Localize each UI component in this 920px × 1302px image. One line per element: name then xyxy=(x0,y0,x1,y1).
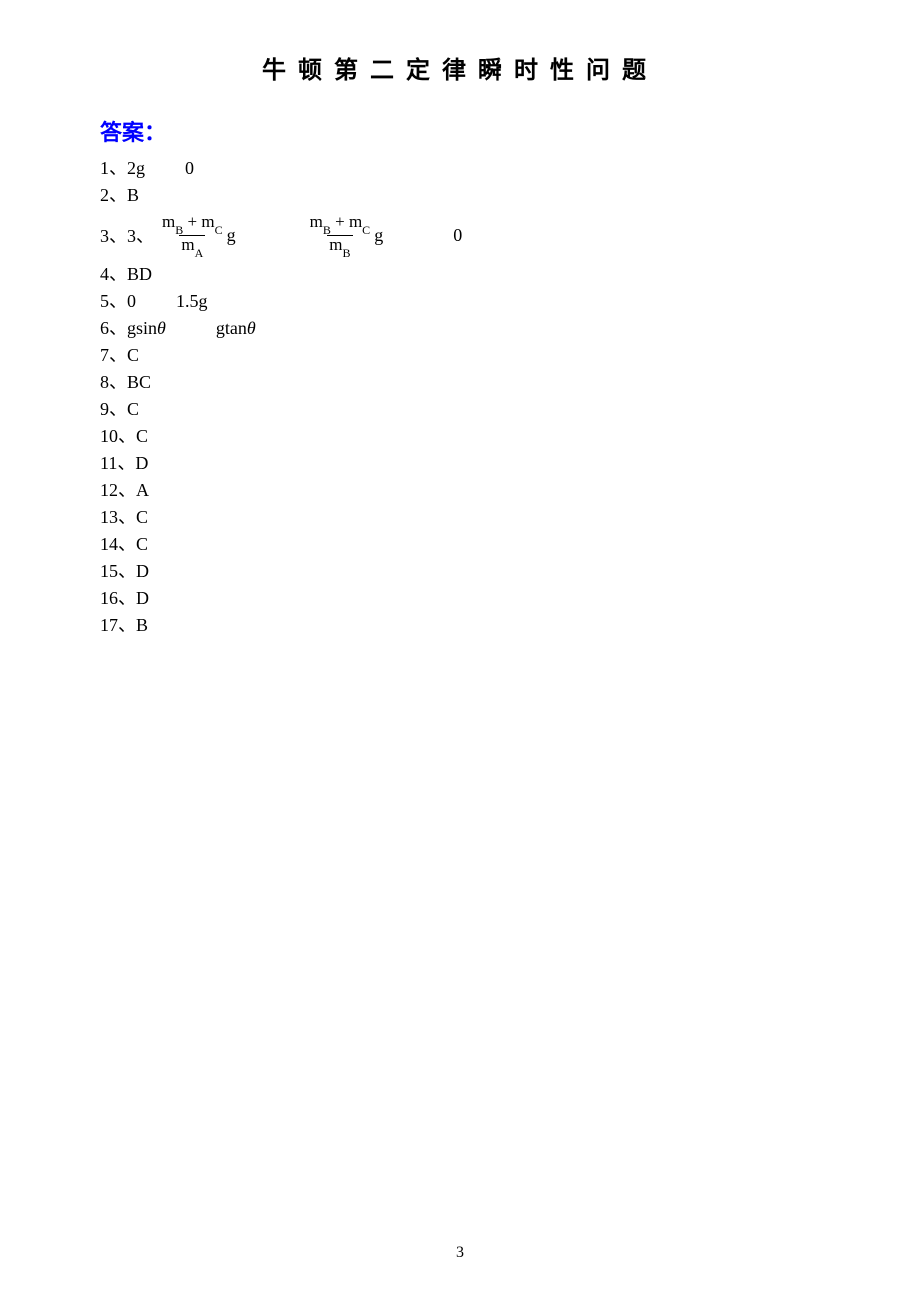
answer-extra: 3、 xyxy=(127,222,154,248)
section-heading-answers: 答案： xyxy=(100,115,820,147)
answer-4: 4、BD xyxy=(100,261,820,288)
answer-num: 7、 xyxy=(100,345,127,365)
fraction-numerator: mB + mC xyxy=(160,213,225,235)
answer-13: 13、C xyxy=(100,504,820,531)
answer-num: 15、 xyxy=(100,561,136,581)
var-m: m xyxy=(201,212,214,231)
answer-num: 6、 xyxy=(100,318,127,338)
answer-11: 11、D xyxy=(100,450,820,477)
answer-num: 2、 xyxy=(100,185,127,205)
answer-value: C xyxy=(136,507,148,527)
answer-value: 0 xyxy=(185,158,194,178)
answer-value: B xyxy=(127,185,139,205)
answer-17: 17、B xyxy=(100,612,820,639)
answer-2: 2、B xyxy=(100,182,820,209)
answer-value: 0 xyxy=(127,291,136,311)
subscript: B xyxy=(323,223,331,237)
answer-value: 2g xyxy=(127,158,145,178)
answer-7: 7、C xyxy=(100,342,820,369)
answer-value: 1.5g xyxy=(176,291,208,311)
answer-value: C xyxy=(136,426,148,446)
answer-value: BC xyxy=(127,372,151,392)
answer-value: A xyxy=(136,480,149,500)
fraction-denominator: mA xyxy=(179,235,205,258)
answer-num: 11、 xyxy=(100,453,135,473)
answer-6: 6、gsinθgtanθ xyxy=(100,315,820,342)
fraction-2: mB + mC mB xyxy=(308,213,373,257)
answer-value: C xyxy=(127,345,139,365)
answer-num: 13、 xyxy=(100,507,136,527)
answer-3: 3、 3、 mB + mC mA g mB + mC mB g 0 xyxy=(100,213,820,257)
answer-16: 16、D xyxy=(100,585,820,612)
answer-num: 12、 xyxy=(100,480,136,500)
answer-value: D xyxy=(136,588,149,608)
answer-value: B xyxy=(136,615,148,635)
answer-num: 3、 xyxy=(100,222,127,248)
answer-value: D xyxy=(135,453,148,473)
var-m: m xyxy=(181,235,194,254)
subscript: A xyxy=(195,246,204,260)
answer-num: 10、 xyxy=(100,426,136,446)
answer-value: BD xyxy=(127,264,152,284)
var-g: g xyxy=(227,225,236,246)
answer-15: 15、D xyxy=(100,558,820,585)
answer-num: 17、 xyxy=(100,615,136,635)
answer-value: 0 xyxy=(453,225,462,246)
fraction-1: mB + mC mA xyxy=(160,213,225,257)
answer-num: 16、 xyxy=(100,588,136,608)
var-m: m xyxy=(162,212,175,231)
var-m: m xyxy=(349,212,362,231)
page-number: 3 xyxy=(0,1244,920,1262)
theta-symbol: θ xyxy=(157,318,166,338)
subscript: B xyxy=(175,223,183,237)
subscript: C xyxy=(215,223,223,237)
answer-value: C xyxy=(127,399,139,419)
var-m: m xyxy=(310,212,323,231)
answer-14: 14、C xyxy=(100,531,820,558)
var-m: m xyxy=(329,235,342,254)
fraction-numerator: mB + mC xyxy=(308,213,373,235)
answer-num: 4、 xyxy=(100,264,127,284)
theta-symbol: θ xyxy=(247,318,256,338)
answer-num: 1、 xyxy=(100,158,127,178)
answer-value: gsin xyxy=(127,318,157,338)
answer-value: C xyxy=(136,534,148,554)
answer-8: 8、BC xyxy=(100,369,820,396)
var-g: g xyxy=(374,225,383,246)
answer-1: 1、2g 0 xyxy=(100,155,820,182)
answer-num: 14、 xyxy=(100,534,136,554)
subscript: B xyxy=(343,246,351,260)
answer-num: 5、 xyxy=(100,291,127,311)
answer-5: 5、0 1.5g xyxy=(100,288,820,315)
answer-value: D xyxy=(136,561,149,581)
fraction-denominator: mB xyxy=(327,235,352,258)
subscript: C xyxy=(362,223,370,237)
plus-sign: + xyxy=(331,212,349,231)
answer-10: 10、C xyxy=(100,423,820,450)
answer-value: gtan xyxy=(216,318,247,338)
plus-sign: + xyxy=(183,212,201,231)
answer-num: 8、 xyxy=(100,372,127,392)
document-title: 牛顿第二定律瞬时性问题 xyxy=(100,50,820,85)
answer-num: 9、 xyxy=(100,399,127,419)
answer-12: 12、A xyxy=(100,477,820,504)
answer-9: 9、C xyxy=(100,396,820,423)
